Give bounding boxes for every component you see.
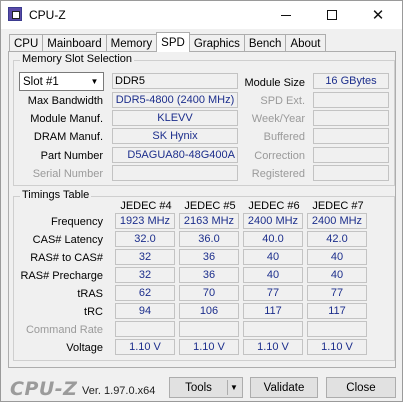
- module-size-label: Module Size: [244, 77, 305, 89]
- window-title: CPU-Z: [29, 8, 66, 22]
- timing-cell: 117: [243, 303, 303, 319]
- chevron-down-icon[interactable]: ▼: [86, 73, 103, 90]
- timings-group-title: Timings Table: [20, 189, 92, 201]
- close-icon: ✕: [371, 7, 385, 24]
- timing-row-label: CAS# Latency: [32, 234, 103, 246]
- timing-cell: 36: [179, 267, 239, 283]
- dram-manuf-label: DRAM Manuf.: [33, 131, 103, 143]
- timing-cell: 32.0: [115, 231, 175, 247]
- timing-cell: 77: [243, 285, 303, 301]
- timing-cell: 1923 MHz: [115, 213, 175, 229]
- chevron-down-icon[interactable]: ▼: [230, 383, 238, 392]
- tab-graphics[interactable]: Graphics: [188, 34, 245, 52]
- timing-cell: 36: [179, 249, 239, 265]
- timing-cell: 2163 MHz: [179, 213, 239, 229]
- timing-row-label: tRAS: [77, 288, 103, 300]
- serial-number-label: Serial Number: [32, 168, 103, 180]
- timing-row-label: RAS# to CAS#: [30, 252, 103, 264]
- correction-label: Correction: [254, 150, 305, 162]
- timing-cell: 62: [115, 285, 175, 301]
- timing-cell: [243, 321, 303, 337]
- week-year-value: [313, 110, 389, 126]
- timing-cell: 2400 MHz: [243, 213, 303, 229]
- close-window-button[interactable]: ✕: [355, 1, 401, 29]
- timing-cell: [179, 321, 239, 337]
- registered-value: [313, 165, 389, 181]
- timing-cell: 2400 MHz: [307, 213, 367, 229]
- version-text: Ver. 1.97.0.x64: [82, 385, 156, 397]
- module-manuf-value: KLEVV: [112, 110, 238, 126]
- dram-manuf-value: SK Hynix: [112, 128, 238, 144]
- timing-cell: 40.0: [243, 231, 303, 247]
- tab-about[interactable]: About: [285, 34, 326, 52]
- timing-cell: 32: [115, 267, 175, 283]
- timing-cell: 40: [307, 249, 367, 265]
- correction-value: [313, 147, 389, 163]
- timing-cell: 1.10 V: [115, 339, 175, 355]
- timing-cell: 40: [307, 267, 367, 283]
- max-bandwidth-value: DDR5-4800 (2400 MHz): [112, 92, 238, 108]
- timing-row-label: Command Rate: [25, 324, 103, 336]
- tab-mainboard[interactable]: Mainboard: [42, 34, 107, 52]
- timing-cell: [307, 321, 367, 337]
- timing-row-label: tRC: [84, 306, 103, 318]
- timing-cell: 117: [307, 303, 367, 319]
- max-bandwidth-label: Max Bandwidth: [27, 95, 103, 107]
- spd-ext-value: [313, 92, 389, 108]
- close-button[interactable]: Close: [326, 377, 396, 398]
- timing-cell: 40: [243, 249, 303, 265]
- tools-divider: [227, 380, 228, 395]
- timing-cell: 1.10 V: [179, 339, 239, 355]
- tab-bench[interactable]: Bench: [243, 34, 287, 52]
- minimize-icon: [281, 14, 291, 16]
- tab-cpu[interactable]: CPU: [9, 34, 44, 52]
- spd-ext-label: SPD Ext.: [260, 95, 305, 107]
- timing-cell: 77: [307, 285, 367, 301]
- timing-cell: 32: [115, 249, 175, 265]
- tab-spd[interactable]: SPD: [156, 32, 190, 52]
- part-number-value: D5AGUA80-48G400A: [112, 147, 238, 163]
- timing-cell: 106: [179, 303, 239, 319]
- tools-button[interactable]: Tools ▼: [169, 377, 243, 398]
- maximize-button[interactable]: [309, 1, 355, 29]
- timing-cell: 1.10 V: [307, 339, 367, 355]
- cpuz-brand-logo: CPU-Z: [10, 378, 78, 400]
- timing-cell: 36.0: [179, 231, 239, 247]
- timing-cell: 1.10 V: [243, 339, 303, 355]
- timing-cell: 94: [115, 303, 175, 319]
- memory-slot-group-title: Memory Slot Selection: [20, 53, 135, 65]
- maximize-icon: [327, 10, 337, 20]
- timing-column-header: JEDEC #6: [248, 200, 300, 212]
- part-number-label: Part Number: [40, 150, 103, 162]
- title-bar[interactable]: CPU-Z ✕: [1, 1, 402, 29]
- slot-select-value: Slot #1: [23, 75, 59, 88]
- tab-bar: CPU Mainboard Memory SPD Graphics Bench About: [9, 32, 326, 52]
- slot-select[interactable]: Slot #1 ▼: [19, 72, 104, 91]
- buffered-label: Buffered: [263, 131, 305, 143]
- buffered-value: [313, 128, 389, 144]
- timing-row-label: RAS# Precharge: [20, 270, 103, 282]
- timing-cell: 40: [243, 267, 303, 283]
- serial-number-value: [112, 165, 238, 181]
- cpuz-app-icon: [8, 7, 22, 21]
- module-size-value: 16 GBytes: [313, 73, 389, 89]
- tab-memory[interactable]: Memory: [105, 34, 158, 52]
- timing-cell: 70: [179, 285, 239, 301]
- registered-label: Registered: [251, 168, 305, 180]
- timing-row-label: Frequency: [51, 216, 103, 228]
- timing-cell: [115, 321, 175, 337]
- module-manuf-label: Module Manuf.: [30, 113, 103, 125]
- timing-cell: 42.0: [307, 231, 367, 247]
- timing-row-label: Voltage: [66, 342, 103, 354]
- validate-button[interactable]: Validate: [250, 377, 318, 398]
- tools-button-label: Tools: [185, 381, 212, 394]
- minimize-button[interactable]: [263, 1, 309, 29]
- cpuz-window: CPU-Z ✕ CPU Mainboard Memory SPD Graphics Ben…: [0, 0, 403, 402]
- week-year-label: Week/Year: [251, 113, 305, 125]
- timing-column-header: JEDEC #7: [312, 200, 364, 212]
- timing-column-header: JEDEC #5: [184, 200, 236, 212]
- memory-type-value: DDR5: [112, 73, 238, 89]
- timing-column-header: JEDEC #4: [120, 200, 172, 212]
